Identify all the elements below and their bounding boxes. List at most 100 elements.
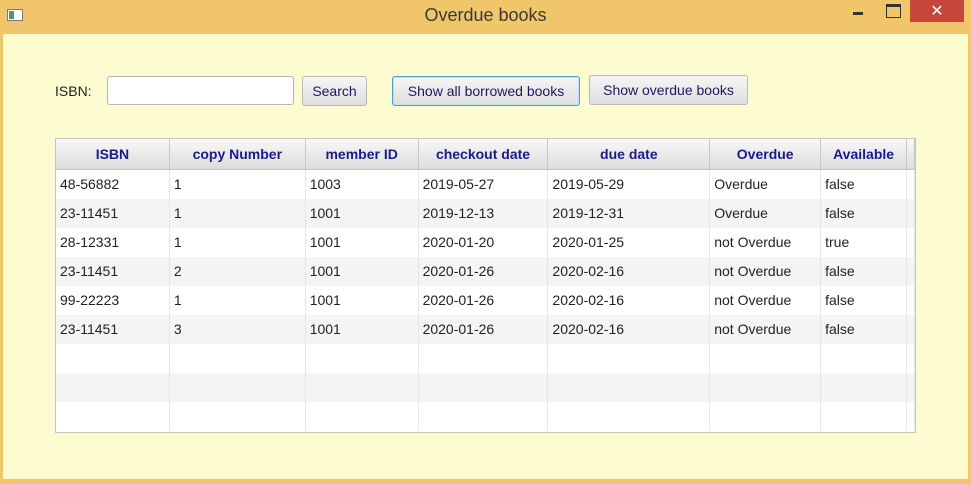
table-cell-overdue bbox=[710, 402, 822, 431]
table-cell-member-id bbox=[306, 402, 419, 431]
table-cell-isbn: 23-11451 bbox=[56, 257, 170, 286]
table-cell-copy-number: 1 bbox=[170, 286, 306, 315]
table-body: 48-56882 1 1003 2019-05-27 2019-05-29 Overdue… bbox=[56, 170, 915, 431]
show-overdue-button[interactable]: Show overdue books bbox=[589, 75, 748, 105]
show-all-borrowed-button[interactable]: Show all borrowed books bbox=[392, 76, 580, 106]
table-cell-checkout-date: 2020-01-26 bbox=[419, 286, 549, 315]
table-cell-due-date: 2020-01-25 bbox=[548, 228, 711, 257]
table-cell-isbn: 99-22223 bbox=[56, 286, 170, 315]
table-cell-isbn: 23-11451 bbox=[56, 315, 170, 344]
table-cell-overdue: not Overdue bbox=[710, 286, 822, 315]
table-header: ISBN copy Number member ID checkout date due… bbox=[56, 139, 915, 170]
window-title: Overdue books bbox=[424, 5, 547, 25]
table-row[interactable]: 23-11451 3 1001 2020-01-26 2020-02-16 not Ove… bbox=[56, 315, 915, 344]
table-cell-copy-number: 3 bbox=[170, 315, 306, 344]
table-cell-filler bbox=[907, 228, 915, 257]
table-cell-copy-number bbox=[170, 402, 306, 431]
table-cell-copy-number: 2 bbox=[170, 257, 306, 286]
title-bar[interactable]: Overdue books ✕ bbox=[0, 0, 971, 32]
empty-table-row[interactable] bbox=[56, 402, 915, 431]
table-cell-overdue: not Overdue bbox=[710, 228, 822, 257]
table-cell-due-date bbox=[548, 344, 711, 373]
table-cell-member-id: 1001 bbox=[306, 286, 419, 315]
search-button[interactable]: Search bbox=[302, 76, 367, 106]
table-cell-copy-number: 1 bbox=[170, 199, 306, 228]
table-cell-available: false bbox=[821, 170, 908, 199]
table-cell-checkout-date: 2019-12-13 bbox=[419, 199, 549, 228]
table-cell-isbn: 28-12331 bbox=[56, 228, 170, 257]
column-header-isbn[interactable]: ISBN bbox=[56, 139, 170, 170]
table-cell-member-id: 1003 bbox=[306, 170, 419, 199]
table-row[interactable]: 99-22223 1 1001 2020-01-26 2020-02-16 not Ove… bbox=[56, 286, 915, 315]
table-cell-available: true bbox=[821, 228, 908, 257]
table-cell-isbn bbox=[56, 373, 170, 402]
table-cell-filler bbox=[907, 402, 915, 431]
table-cell-available: false bbox=[821, 286, 908, 315]
app-window: Overdue books ✕ ISBN: Search Show all bo… bbox=[0, 0, 971, 484]
table-cell-member-id: 1001 bbox=[306, 228, 419, 257]
column-header-member-id[interactable]: member ID bbox=[306, 139, 419, 170]
table-cell-filler bbox=[907, 373, 915, 402]
column-header-checkout-date[interactable]: checkout date bbox=[419, 139, 549, 170]
table-cell-available bbox=[821, 344, 908, 373]
table-cell-due-date: 2020-02-16 bbox=[548, 257, 711, 286]
minimize-button[interactable] bbox=[843, 0, 873, 22]
table-cell-checkout-date: 2020-01-26 bbox=[419, 315, 549, 344]
table-cell-due-date: 2020-02-16 bbox=[548, 315, 711, 344]
table-cell-checkout-date bbox=[419, 373, 549, 402]
table-cell-due-date bbox=[548, 373, 711, 402]
table-cell-overdue: not Overdue bbox=[710, 257, 822, 286]
table-row[interactable]: 28-12331 1 1001 2020-01-20 2020-01-25 not Ove… bbox=[56, 228, 915, 257]
table-cell-checkout-date bbox=[419, 402, 549, 431]
table-cell-copy-number: 1 bbox=[170, 170, 306, 199]
table-cell-copy-number bbox=[170, 373, 306, 402]
table-cell-available bbox=[821, 402, 908, 431]
table-cell-copy-number: 1 bbox=[170, 228, 306, 257]
table-cell-isbn: 48-56882 bbox=[56, 170, 170, 199]
close-button[interactable]: ✕ bbox=[910, 0, 964, 22]
table-cell-filler bbox=[907, 315, 915, 344]
table-row[interactable]: 23-11451 2 1001 2020-01-26 2020-02-16 not Ove… bbox=[56, 257, 915, 286]
table-cell-available: false bbox=[821, 199, 908, 228]
maximize-button[interactable] bbox=[875, 0, 909, 22]
column-header-available[interactable]: Available bbox=[821, 139, 908, 170]
table-cell-checkout-date bbox=[419, 344, 549, 373]
table-cell-isbn bbox=[56, 402, 170, 431]
isbn-input[interactable] bbox=[107, 76, 294, 105]
column-header-copy-number[interactable]: copy Number bbox=[170, 139, 306, 170]
table-cell-filler bbox=[907, 199, 915, 228]
table-cell-available: false bbox=[821, 257, 908, 286]
table-cell-overdue bbox=[710, 373, 822, 402]
table-cell-due-date bbox=[548, 402, 711, 431]
client-area: ISBN: Search Show all borrowed books Sho… bbox=[3, 34, 968, 479]
table-cell-overdue: not Overdue bbox=[710, 315, 822, 344]
table-row[interactable]: 23-11451 1 1001 2019-12-13 2019-12-31 Overdue… bbox=[56, 199, 915, 228]
table-cell-member-id bbox=[306, 344, 419, 373]
table-cell-available bbox=[821, 373, 908, 402]
table-cell-isbn: 23-11451 bbox=[56, 199, 170, 228]
column-header-overdue[interactable]: Overdue bbox=[710, 139, 822, 170]
column-header-due-date[interactable]: due date bbox=[548, 139, 711, 170]
table-cell-isbn bbox=[56, 344, 170, 373]
table-cell-member-id bbox=[306, 373, 419, 402]
close-icon: ✕ bbox=[930, 1, 944, 20]
empty-table-row[interactable] bbox=[56, 373, 915, 402]
table-cell-due-date: 2020-02-16 bbox=[548, 286, 711, 315]
table-cell-checkout-date: 2020-01-20 bbox=[419, 228, 549, 257]
table-cell-checkout-date: 2020-01-26 bbox=[419, 257, 549, 286]
table-cell-available: false bbox=[821, 315, 908, 344]
column-header-filler bbox=[907, 139, 915, 170]
empty-table-row[interactable] bbox=[56, 344, 915, 373]
table-cell-filler bbox=[907, 170, 915, 199]
table-cell-overdue: Overdue bbox=[710, 199, 822, 228]
table-cell-filler bbox=[907, 257, 915, 286]
table-cell-due-date: 2019-05-29 bbox=[548, 170, 711, 199]
isbn-label: ISBN: bbox=[55, 83, 92, 99]
table-cell-checkout-date: 2019-05-27 bbox=[419, 170, 549, 199]
borrowed-books-table[interactable]: ISBN copy Number member ID checkout date due… bbox=[55, 138, 916, 433]
table-cell-overdue bbox=[710, 344, 822, 373]
table-cell-member-id: 1001 bbox=[306, 257, 419, 286]
table-cell-filler bbox=[907, 286, 915, 315]
table-cell-member-id: 1001 bbox=[306, 199, 419, 228]
table-row[interactable]: 48-56882 1 1003 2019-05-27 2019-05-29 Overdue… bbox=[56, 170, 915, 199]
